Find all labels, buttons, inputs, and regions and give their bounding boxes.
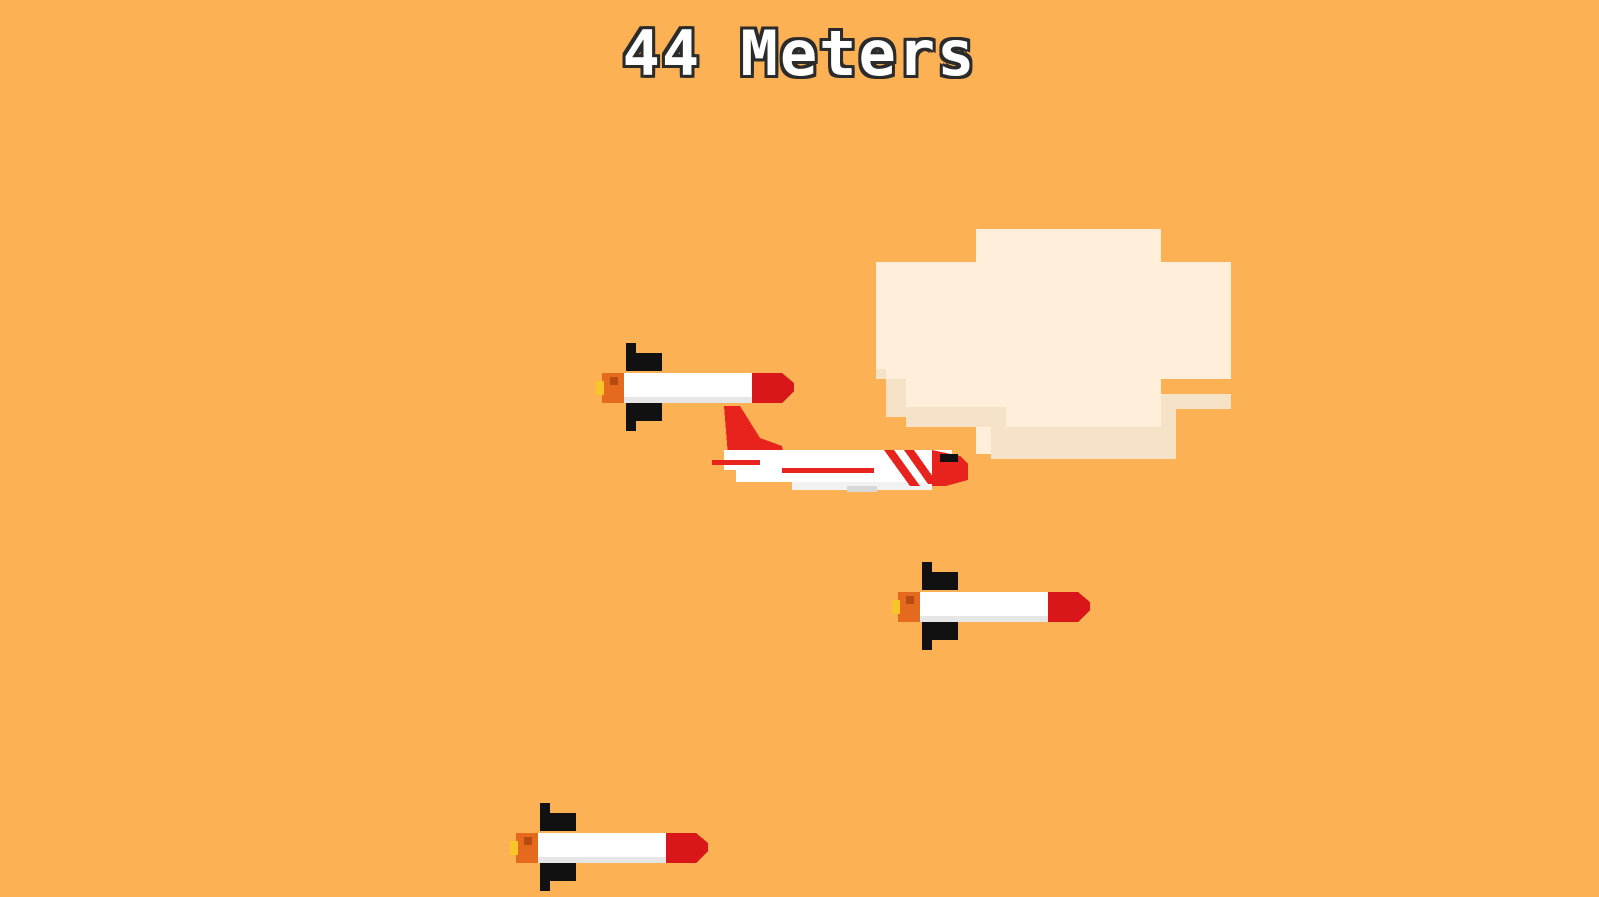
missile-icon <box>596 343 794 431</box>
missile-icon <box>510 803 708 891</box>
missile-icon <box>892 562 1090 650</box>
distance-score: 44 Meters <box>622 17 977 90</box>
game-canvas[interactable]: 44 Meters <box>0 0 1599 897</box>
